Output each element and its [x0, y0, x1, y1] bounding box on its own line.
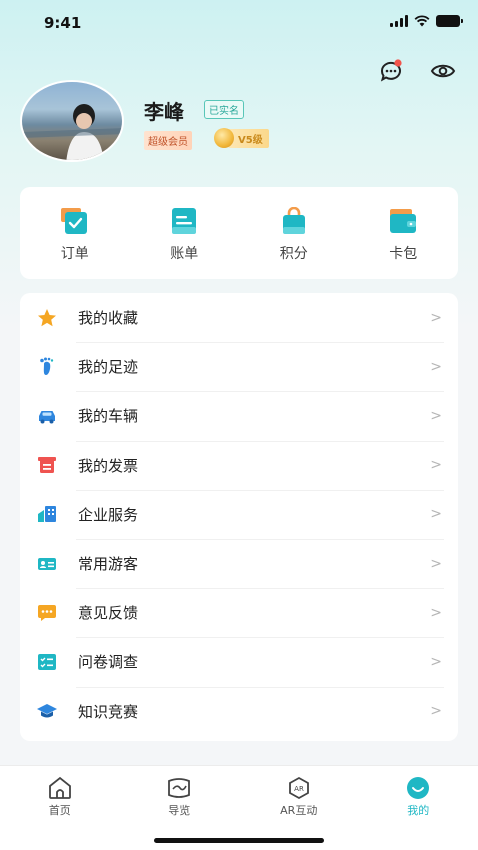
tab-label: 我的	[407, 804, 430, 817]
menu-item-feedback[interactable]: 意见反馈 >	[34, 588, 444, 637]
building-icon	[36, 503, 58, 525]
menu-item-label: 意见反馈	[78, 604, 139, 623]
checklist-icon	[36, 651, 58, 673]
quick-action-label: 账单	[170, 246, 199, 262]
menu-item-footprints[interactable]: 我的足迹 >	[34, 342, 444, 391]
menu-list: 我的收藏 > 我的足迹 > 我的车辆 > 我的发票 > 企业服务 > 常用游客 …	[20, 293, 458, 741]
verified-badge: 已实名	[204, 100, 244, 119]
quick-action-label: 卡包	[389, 246, 418, 262]
chat-bubble-icon	[36, 602, 58, 624]
invoice-icon	[36, 454, 58, 476]
quick-action-points[interactable]: 积分	[239, 187, 349, 279]
quick-action-label: 订单	[60, 246, 89, 262]
chevron-right-icon: >	[430, 703, 442, 720]
status-bar: 9:41	[0, 0, 478, 48]
tab-home[interactable]: 首页	[0, 766, 120, 850]
battery-icon	[436, 15, 463, 27]
footprint-icon	[36, 356, 58, 378]
chevron-right-icon: >	[430, 309, 442, 326]
eye-icon	[430, 64, 456, 78]
menu-item-label: 常用游客	[78, 555, 139, 574]
chevron-right-icon: >	[430, 604, 442, 621]
chevron-right-icon: >	[430, 506, 442, 523]
star-icon	[36, 307, 58, 329]
home-indicator	[154, 838, 324, 843]
header-background	[0, 0, 478, 330]
ar-icon: AR	[286, 776, 312, 800]
user-name: 李峰	[144, 100, 184, 124]
menu-item-label: 企业服务	[78, 505, 139, 524]
order-icon	[60, 207, 90, 235]
tab-label: 首页	[48, 804, 71, 817]
header-actions	[378, 58, 456, 84]
svg-text:AR: AR	[294, 785, 304, 793]
quick-action-orders[interactable]: 订单	[20, 187, 130, 279]
message-icon	[380, 59, 402, 82]
chevron-right-icon: >	[430, 457, 442, 474]
map-guide-icon	[166, 776, 192, 800]
medal-icon	[214, 128, 234, 148]
quick-actions-card: 订单 账单 积分 卡包	[20, 187, 458, 279]
chevron-right-icon: >	[430, 407, 442, 424]
menu-item-favorites[interactable]: 我的收藏 >	[34, 293, 444, 342]
status-icons	[390, 15, 463, 27]
menu-item-label: 我的车辆	[78, 407, 139, 426]
vip-badge[interactable]: 超级会员	[144, 131, 192, 150]
quick-action-cards[interactable]: 卡包	[349, 187, 459, 279]
menu-item-label: 我的收藏	[78, 309, 139, 328]
tab-label: 导览	[168, 804, 191, 817]
quick-action-bills[interactable]: 账单	[130, 187, 240, 279]
menu-item-invoices[interactable]: 我的发票 >	[34, 440, 444, 490]
wifi-icon	[414, 15, 430, 27]
chevron-right-icon: >	[430, 653, 442, 670]
message-button[interactable]	[378, 58, 404, 84]
quick-action-label: 积分	[279, 246, 308, 262]
chevron-right-icon: >	[430, 555, 442, 572]
menu-item-label: 我的发票	[78, 456, 139, 475]
chevron-right-icon: >	[430, 358, 442, 375]
avatar-photo	[22, 104, 122, 160]
menu-item-label: 问卷调查	[78, 653, 139, 672]
profile-face-icon	[405, 776, 431, 800]
id-card-icon	[36, 553, 58, 575]
menu-item-label: 知识竞赛	[78, 702, 139, 721]
status-time: 9:41	[44, 14, 82, 32]
menu-item-enterprise[interactable]: 企业服务 >	[34, 489, 444, 539]
tab-label: AR互动	[280, 804, 318, 817]
menu-item-label: 我的足迹	[78, 358, 139, 377]
menu-item-quiz[interactable]: 知识竞赛 >	[34, 686, 444, 736]
tab-profile[interactable]: 我的	[359, 766, 478, 850]
home-icon	[47, 776, 73, 800]
graduation-cap-icon	[36, 700, 58, 722]
bill-icon	[169, 207, 199, 235]
menu-item-frequent-visitors[interactable]: 常用游客 >	[34, 538, 444, 588]
card-wallet-icon	[388, 207, 418, 235]
menu-item-vehicles[interactable]: 我的车辆 >	[34, 391, 444, 440]
avatar[interactable]	[20, 80, 124, 162]
points-bag-icon	[279, 206, 309, 235]
menu-item-survey[interactable]: 问卷调查 >	[34, 637, 444, 686]
view-button[interactable]	[430, 58, 456, 84]
level-badge[interactable]: V5级	[214, 128, 269, 148]
car-icon	[36, 405, 58, 427]
cellular-signal-icon	[390, 15, 408, 27]
level-label: V5级	[228, 128, 269, 148]
